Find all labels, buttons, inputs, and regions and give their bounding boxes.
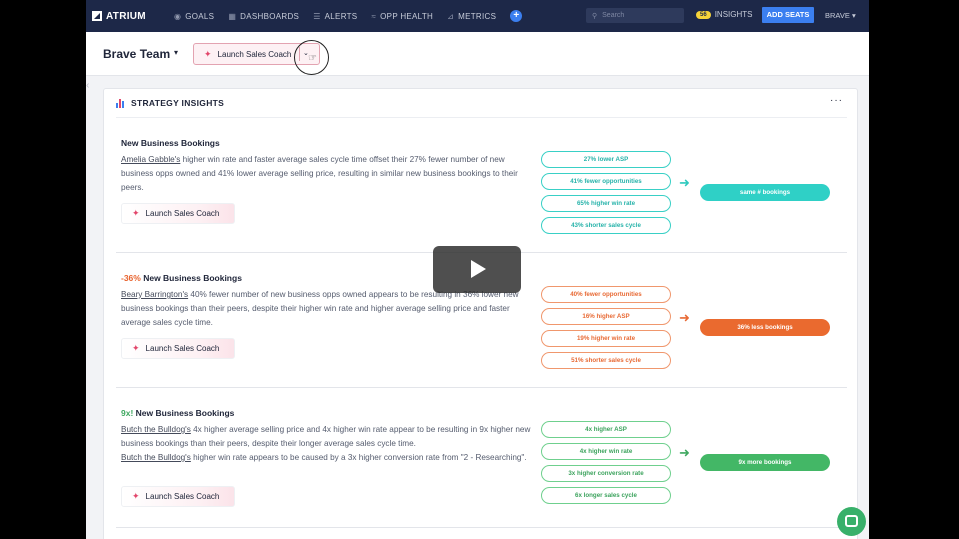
nav-item-label: ALERTS xyxy=(324,11,358,21)
factor-pill: 27% lower ASP xyxy=(541,151,671,168)
nav-item-alerts[interactable]: ☰ ALERTS xyxy=(313,12,357,21)
video-play-button[interactable] xyxy=(433,246,521,293)
card-header: STRATEGY INSIGHTS xyxy=(116,98,224,108)
card-title: STRATEGY INSIGHTS xyxy=(131,98,225,108)
arrow-right-icon: ➜ xyxy=(679,175,690,190)
factor-pill: 19% higher win rate xyxy=(541,330,671,347)
user-menu[interactable]: BRAVE ▾ xyxy=(825,11,856,20)
insight-title-text: New Business Bookings xyxy=(133,408,235,418)
nav-item-goals[interactable]: ◉ GOALS xyxy=(174,12,214,21)
team-dropdown-icon[interactable]: ▾ xyxy=(174,48,178,57)
strategy-insights-card: STRATEGY INSIGHTS ··· New Business Booki… xyxy=(103,88,858,539)
atrium-logo-icon xyxy=(92,11,102,21)
factor-pill: 6x longer sales cycle xyxy=(541,487,671,504)
insights-count-badge: 56 xyxy=(696,10,711,19)
factor-pill: 65% higher win rate xyxy=(541,195,671,212)
result-pill: same # bookings xyxy=(700,184,830,201)
sparkle-icon: ✦ xyxy=(132,208,140,218)
insight-text: higher win rate and faster average sales… xyxy=(121,155,518,192)
insights-link[interactable]: 56 INSIGHTS xyxy=(696,10,752,19)
insight-change: -36% xyxy=(121,273,141,283)
insight-body: Butch the Bulldog's 4x higher average se… xyxy=(121,423,536,465)
insight-title-text: New Business Bookings xyxy=(121,138,220,148)
factor-pill: 40% fewer opportunities xyxy=(541,286,671,303)
nav-item-metrics[interactable]: ⊿ METRICS xyxy=(447,12,496,21)
insight-item: 9x! New Business Bookings Butch the Bull… xyxy=(116,388,847,528)
launch-sales-coach-button[interactable]: ✦ Launch Sales Coach xyxy=(121,338,235,359)
factor-pill: 41% fewer opportunities xyxy=(541,173,671,190)
arrow-right-icon: ➜ xyxy=(679,310,690,325)
factor-pill: 4x higher win rate xyxy=(541,443,671,460)
add-seats-button[interactable]: ADD SEATS xyxy=(762,7,814,23)
rep-name-link[interactable]: Beary Barrington's xyxy=(121,290,188,299)
hand-cursor-icon: ☞ xyxy=(308,53,317,64)
team-header: ‹ Brave Team ▾ ✦ Launch Sales Coach ⌄ xyxy=(86,32,869,91)
chevron-left-icon[interactable]: ‹ xyxy=(86,80,89,91)
bar-chart-icon xyxy=(116,98,125,108)
search-placeholder: Search xyxy=(602,12,625,19)
chevron-down-icon: ▾ xyxy=(851,11,856,20)
button-label: Launch Sales Coach xyxy=(145,344,220,353)
search-icon: ⚲ xyxy=(592,12,598,20)
insights-label: INSIGHTS xyxy=(714,10,753,19)
add-icon[interactable]: + xyxy=(510,10,523,22)
insight-paragraph: Butch the Bulldog's 4x higher average se… xyxy=(121,423,536,451)
nav-item-opp-health[interactable]: ≈ OPP HEALTH xyxy=(371,12,433,21)
nav-item-dashboards[interactable]: ▦ DASHBOARDS xyxy=(228,12,299,21)
sparkle-icon: ✦ xyxy=(132,343,140,353)
result-pill: 9x more bookings xyxy=(700,454,830,471)
button-label: Launch Sales Coach xyxy=(145,209,220,218)
nav-item-label: DASHBOARDS xyxy=(240,11,300,21)
dashboards-icon: ▦ xyxy=(228,11,237,21)
team-name[interactable]: Brave Team xyxy=(103,47,170,61)
insight-title: New Business Bookings xyxy=(121,138,220,148)
nav-item-label: GOALS xyxy=(185,11,215,21)
arrow-right-icon: ➜ xyxy=(679,445,690,460)
user-name: BRAVE xyxy=(825,11,850,20)
chat-launcher-button[interactable] xyxy=(837,507,866,536)
brand-logo[interactable]: ATRIUM xyxy=(92,11,146,22)
rep-name-link[interactable]: Amelia Gabble's xyxy=(121,155,180,164)
video-frame: ATRIUM ◉ GOALS ▦ DASHBOARDS ☰ ALERTS ≈ O… xyxy=(0,0,959,539)
alerts-icon: ☰ xyxy=(313,11,321,21)
nav-item-label: METRICS xyxy=(458,11,497,21)
sparkle-icon: ✦ xyxy=(204,48,212,59)
insight-title: -36% New Business Bookings xyxy=(121,273,242,283)
insight-title-text: New Business Bookings xyxy=(140,273,242,283)
insight-title: 9x! New Business Bookings xyxy=(121,408,234,418)
nav-items: ◉ GOALS ▦ DASHBOARDS ☰ ALERTS ≈ OPP HEAL… xyxy=(174,10,523,22)
insight-paragraph: Butch the Bulldog's higher win rate appe… xyxy=(121,451,536,465)
button-label: Launch Sales Coach xyxy=(145,492,220,501)
top-nav: ATRIUM ◉ GOALS ▦ DASHBOARDS ☰ ALERTS ≈ O… xyxy=(86,0,869,32)
search-input[interactable]: ⚲ Search xyxy=(586,8,684,23)
launch-sales-coach-button[interactable]: ✦ Launch Sales Coach xyxy=(121,203,235,224)
factor-pill: 16% higher ASP xyxy=(541,308,671,325)
nav-item-label: OPP HEALTH xyxy=(380,11,434,21)
brand-name: ATRIUM xyxy=(106,10,146,22)
play-icon xyxy=(471,260,486,278)
factor-pill: 3x higher conversion rate xyxy=(541,465,671,482)
metrics-icon: ⊿ xyxy=(447,11,455,21)
insight-item: New Business Bookings Amelia Gabble's hi… xyxy=(116,118,847,253)
rep-name-link[interactable]: Butch the Bulldog's xyxy=(121,453,191,462)
chat-icon xyxy=(845,515,858,527)
more-options-icon[interactable]: ··· xyxy=(830,95,843,106)
coach-button-label: Launch Sales Coach xyxy=(217,49,292,59)
factor-pill: 4x higher ASP xyxy=(541,421,671,438)
insight-text: higher win rate appears to be caused by … xyxy=(190,453,527,462)
launch-sales-coach-button[interactable]: ✦ Launch Sales Coach xyxy=(121,486,235,507)
sparkle-icon: ✦ xyxy=(132,491,140,501)
rep-name-link[interactable]: Butch the Bulldog's xyxy=(121,425,191,434)
goals-icon: ◉ xyxy=(173,11,182,21)
insight-change: 9x! xyxy=(121,408,134,418)
result-pill: 36% less bookings xyxy=(700,319,830,336)
factor-pill: 51% shorter sales cycle xyxy=(541,352,671,369)
factor-pill: 43% shorter sales cycle xyxy=(541,217,671,234)
insight-body: Beary Barrington's 40% fewer number of n… xyxy=(121,288,536,330)
opp-health-icon: ≈ xyxy=(371,11,377,21)
insight-body: Amelia Gabble's higher win rate and fast… xyxy=(121,153,536,195)
